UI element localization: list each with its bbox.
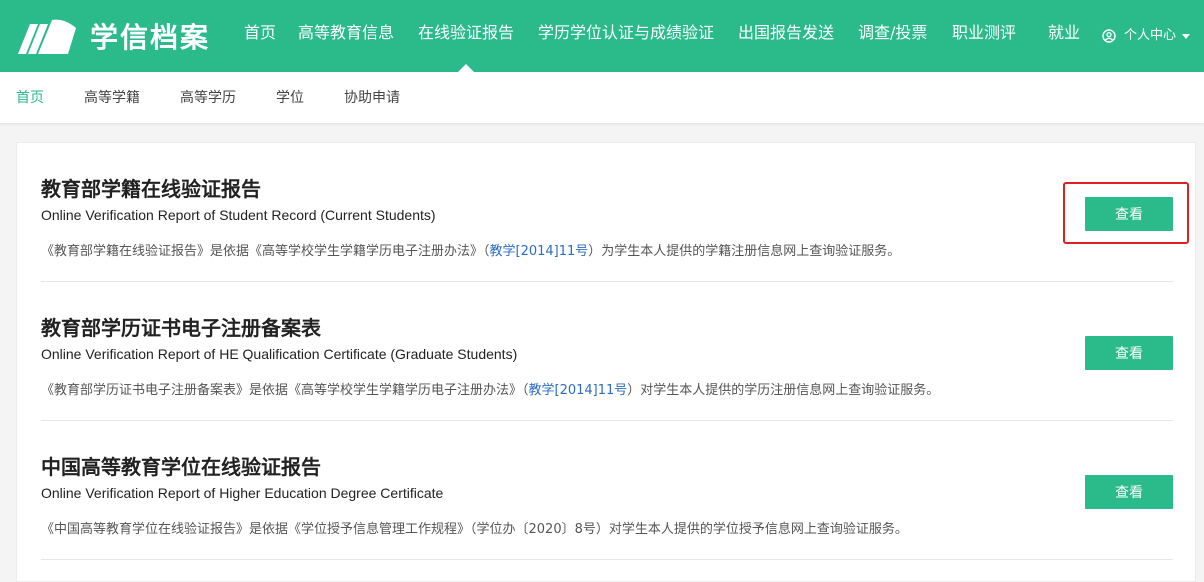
nav-item-home[interactable]: 首页: [244, 0, 276, 72]
nav-item-overseas-report[interactable]: 出国报告发送: [738, 0, 834, 72]
report-subtitle-en: Online Verification Report of HE Qualifi…: [41, 346, 518, 362]
active-nav-indicator: [458, 64, 474, 72]
report-row-student-record: 教育部学籍在线验证报告 Online Verification Report o…: [41, 143, 1173, 282]
description-text: 《中国高等教育学位在线验证报告》是依据《学位授予信息管理工作规程》（学位办〔20…: [41, 522, 908, 537]
description-text: 《教育部学历证书电子注册备案表》是依据《高等学校学生学籍学历电子注册办法》（: [41, 383, 529, 398]
report-subtitle-en: Online Verification Report of Student Re…: [41, 207, 436, 223]
subnav-item-home[interactable]: 首页: [16, 72, 44, 124]
subnav-item-qualification[interactable]: 高等学历: [180, 72, 236, 124]
report-row-degree: 中国高等教育学位在线验证报告 Online Verification Repor…: [41, 421, 1173, 560]
nav-item-employment[interactable]: 就业: [1048, 0, 1080, 72]
chevron-down-icon: [1182, 33, 1191, 39]
highlight-annotation-box: [1063, 182, 1189, 244]
site-logo[interactable]: 学信档案: [16, 12, 210, 60]
subnav-item-assist-apply[interactable]: 协助申请: [344, 72, 400, 124]
view-report-button[interactable]: 查看: [1085, 336, 1173, 370]
report-row-qualification: 教育部学历证书电子注册备案表 Online Verification Repor…: [41, 282, 1173, 421]
nav-item-survey-vote[interactable]: 调查/投票: [858, 0, 927, 72]
nav-item-higher-education-info[interactable]: 高等教育信息: [298, 0, 394, 72]
subnav-item-student-record[interactable]: 高等学籍: [84, 72, 140, 124]
nav-item-online-verification-report[interactable]: 在线验证报告: [418, 0, 514, 72]
report-description: 《中国高等教育学位在线验证报告》是依据《学位授予信息管理工作规程》（学位办〔20…: [41, 518, 908, 537]
regulation-link[interactable]: 教学[2014]11号: [529, 383, 628, 398]
user-center-label: 个人中心: [1124, 28, 1177, 43]
top-navbar: 学信档案 首页 高等教育信息 在线验证报告 学历学位认证与成绩验证 出国报告发送…: [0, 0, 1204, 72]
report-title: 中国高等教育学位在线验证报告: [41, 455, 321, 479]
description-text-end: ）对学生本人提供的学历注册信息网上查询验证服务。: [627, 383, 940, 398]
subnav-item-degree[interactable]: 学位: [276, 72, 304, 124]
regulation-link[interactable]: 教学[2014]11号: [490, 244, 589, 259]
nav-item-career-assessment[interactable]: 职业测评: [952, 0, 1016, 72]
row-divider: [41, 559, 1173, 560]
report-title: 教育部学籍在线验证报告: [41, 177, 261, 201]
nav-item-degree-certification[interactable]: 学历学位认证与成绩验证: [538, 0, 714, 72]
report-subtitle-en: Online Verification Report of Higher Edu…: [41, 485, 444, 501]
description-text: 《教育部学籍在线验证报告》是依据《高等学校学生学籍学历电子注册办法》（: [41, 244, 490, 259]
user-circle-icon: [1102, 29, 1116, 43]
description-text-end: ）为学生本人提供的学籍注册信息网上查询验证服务。: [588, 244, 901, 259]
logo-text: 学信档案: [90, 21, 211, 54]
view-report-button[interactable]: 查看: [1085, 475, 1173, 509]
report-description: 《教育部学历证书电子注册备案表》是依据《高等学校学生学籍学历电子注册办法》（教学…: [41, 379, 939, 398]
sub-nav: 首页 高等学籍 高等学历 学位 协助申请: [0, 72, 1204, 124]
report-list-panel: 教育部学籍在线验证报告 Online Verification Report o…: [16, 142, 1196, 582]
report-title: 教育部学历证书电子注册备案表: [41, 316, 321, 340]
report-description: 《教育部学籍在线验证报告》是依据《高等学校学生学籍学历电子注册办法》（教学[20…: [41, 240, 900, 259]
logo-book-icon: [18, 19, 76, 55]
user-center-menu[interactable]: 个人中心: [1102, 0, 1191, 72]
